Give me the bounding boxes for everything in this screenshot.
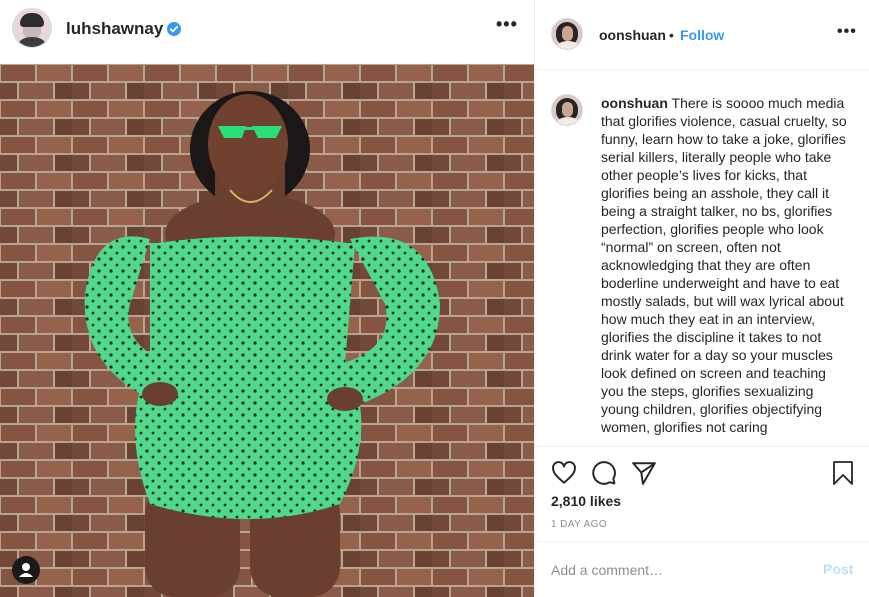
post-photo[interactable]	[0, 64, 534, 597]
likes-count[interactable]: 2,810 likes	[551, 493, 621, 509]
follow-button[interactable]: Follow	[680, 27, 724, 43]
more-options-button[interactable]: •••	[496, 14, 518, 35]
caption-avatar[interactable]	[551, 94, 583, 126]
user-tag-icon	[19, 563, 33, 577]
heart-icon[interactable]	[551, 460, 577, 486]
paper-plane-icon[interactable]	[631, 460, 657, 486]
caption-body: There is soooo much media that glorifies…	[601, 95, 847, 435]
post-header: luhshawnay •••	[0, 0, 534, 64]
bookmark-icon[interactable]	[831, 460, 855, 486]
photo-image	[0, 64, 534, 597]
post-comment-button[interactable]: Post	[823, 561, 853, 577]
caption-scroll-area[interactable]: oonshuan There is soooo much media that …	[535, 71, 869, 447]
caption-text: oonshuan There is soooo much media that …	[601, 94, 851, 436]
comment-bar: Post	[535, 542, 869, 597]
author-avatar[interactable]	[12, 8, 52, 48]
post-timestamp[interactable]: 1 DAY AGO	[551, 519, 607, 530]
comment-input[interactable]	[551, 560, 801, 580]
actions-bar: 2,810 likes 1 DAY AGO	[535, 447, 869, 542]
author-username[interactable]: luhshawnay	[66, 19, 163, 39]
panel-more-options-button[interactable]: •••	[837, 23, 857, 41]
comment-bubble-icon[interactable]	[591, 460, 617, 486]
separator-dot: •	[669, 27, 674, 43]
poster-avatar[interactable]	[551, 18, 583, 50]
post-details-panel: oonshuan • Follow ••• oonshuan There is …	[534, 0, 869, 597]
verified-badge-icon	[167, 22, 181, 36]
user-tag-button[interactable]	[12, 556, 40, 584]
panel-header: oonshuan • Follow •••	[535, 0, 869, 70]
caption-username[interactable]: oonshuan	[601, 95, 668, 111]
poster-username[interactable]: oonshuan	[599, 27, 666, 43]
